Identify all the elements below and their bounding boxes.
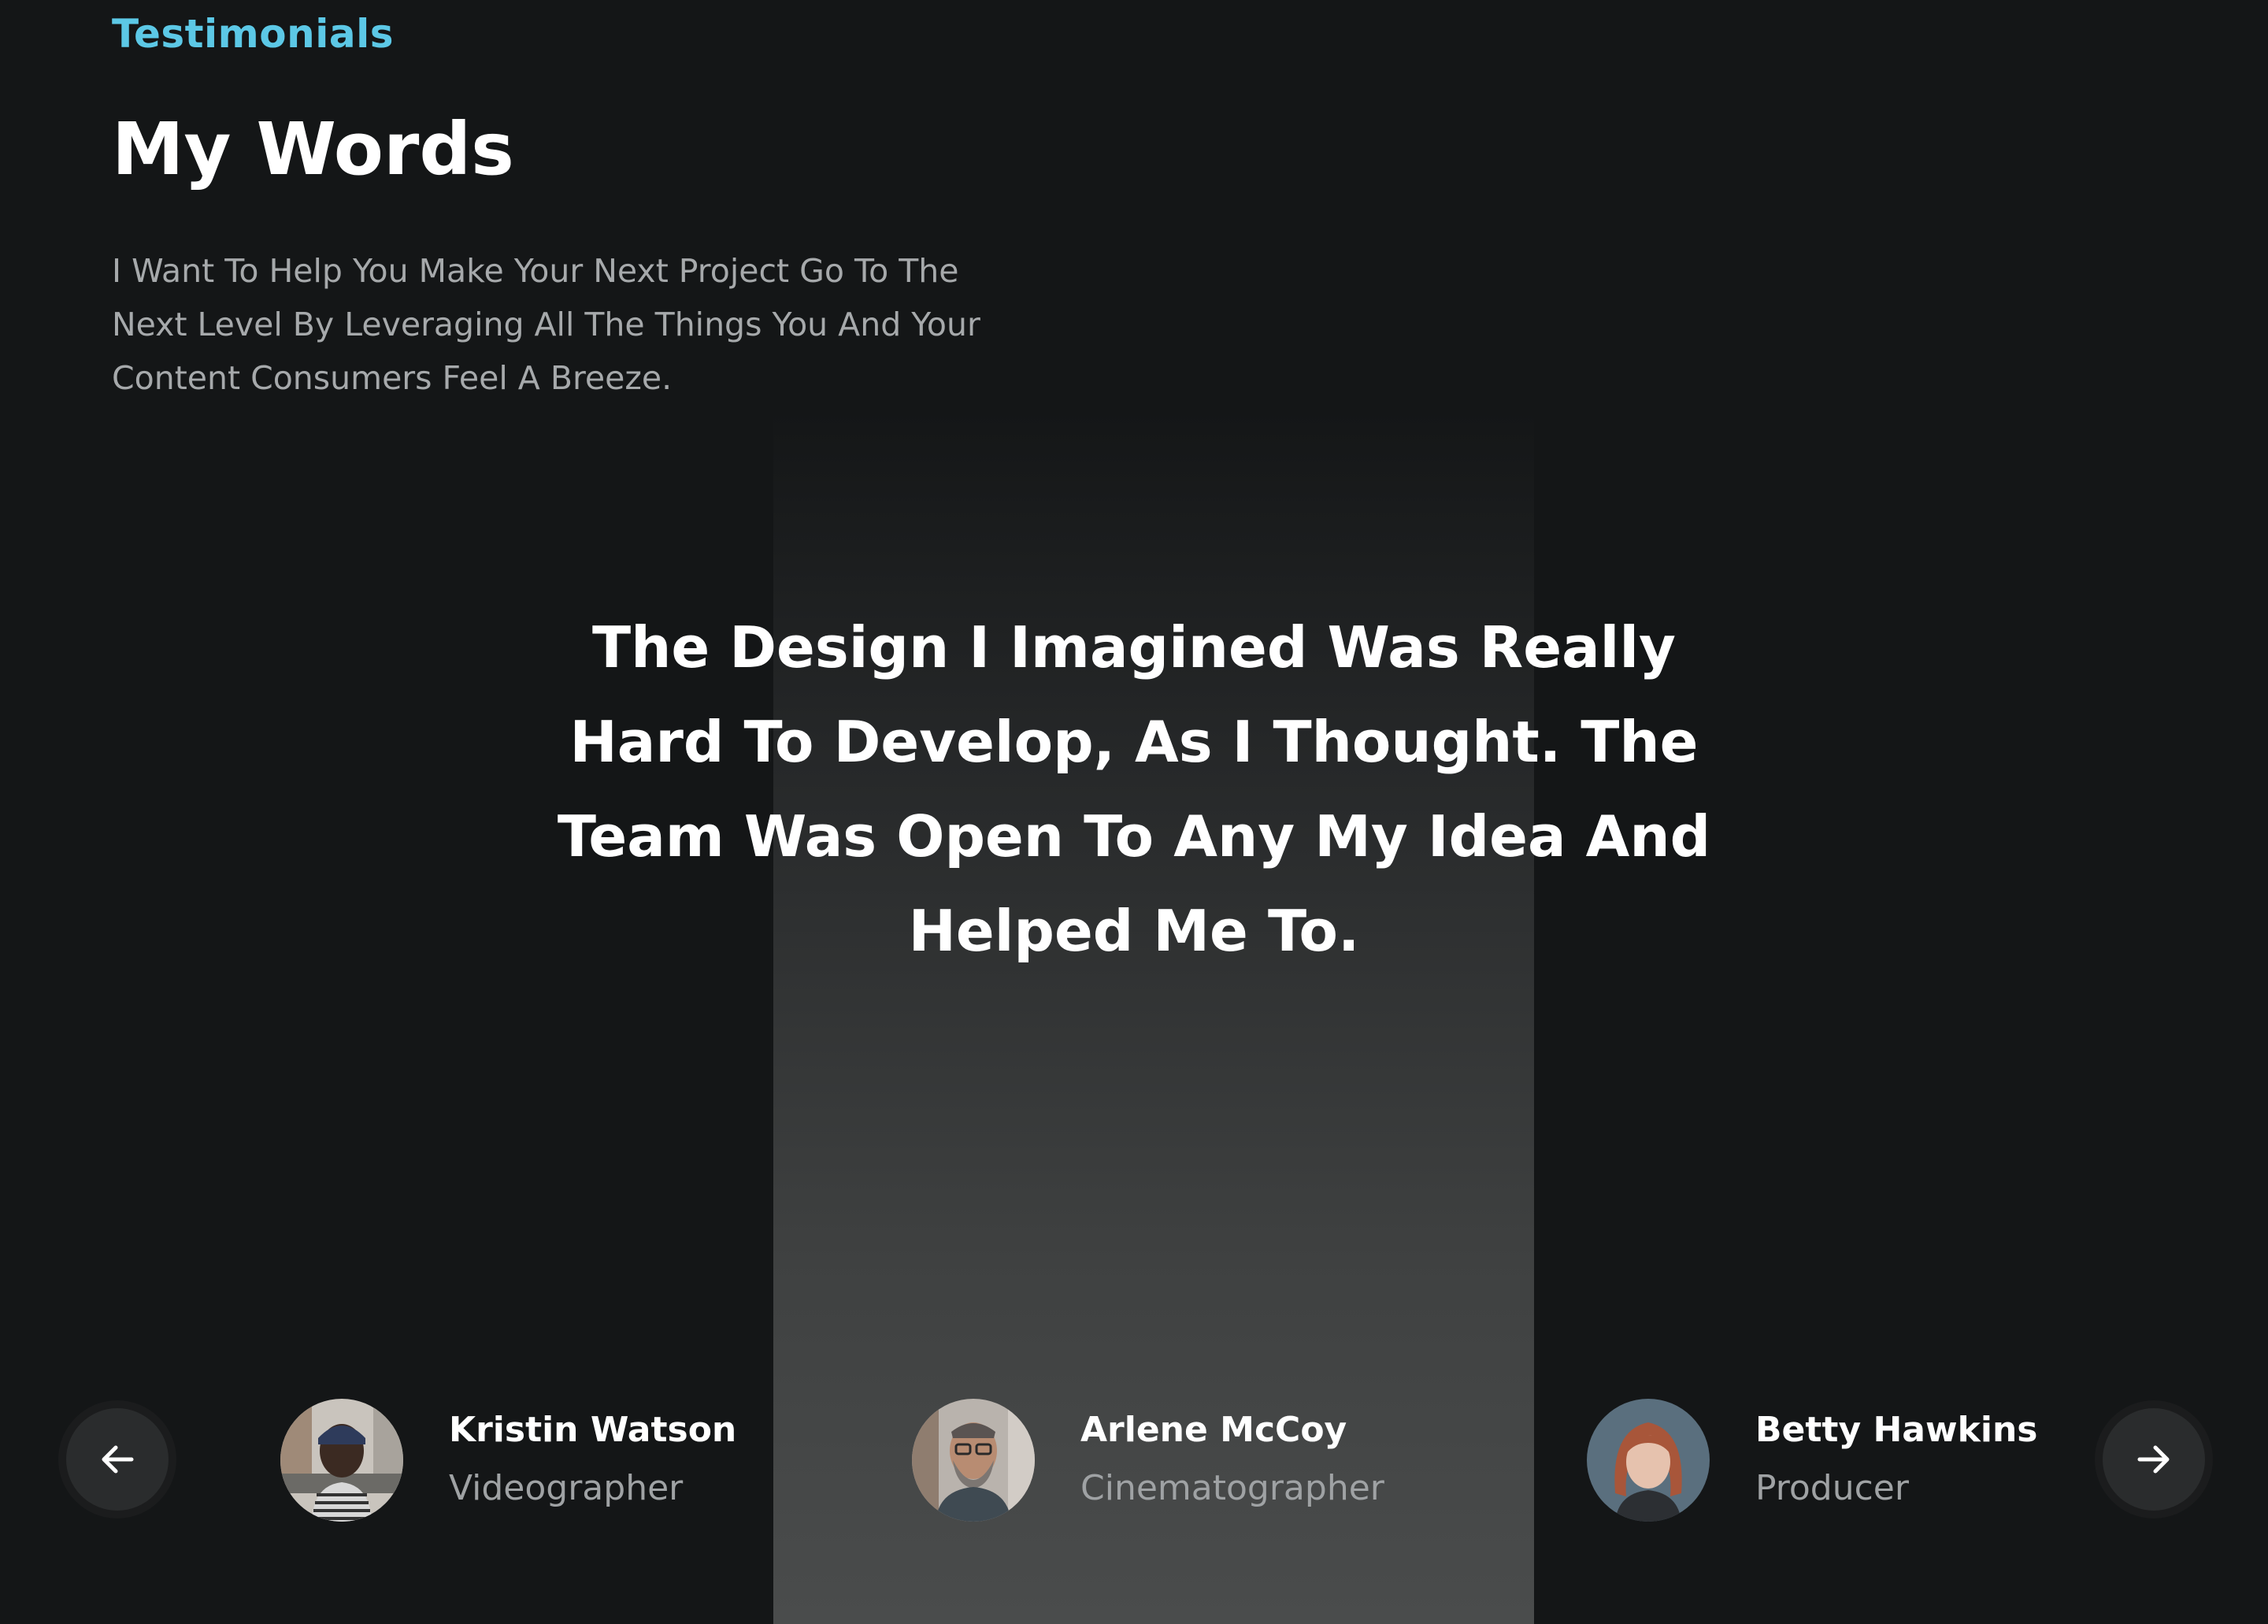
- author-role: Producer: [1755, 1468, 1909, 1508]
- author-name: Betty Hawkins: [1755, 1410, 2038, 1450]
- author-role: Cinematographer: [1080, 1468, 1384, 1508]
- testimonial-author-3[interactable]: Betty Hawkins Producer: [1587, 1399, 2059, 1522]
- testimonial-author-2[interactable]: Arlene McCoy Cinematographer: [912, 1399, 1463, 1522]
- testimonials-section: Testimonials My Words I Want To Help You…: [0, 0, 2268, 1624]
- next-button-inner: [2103, 1408, 2205, 1511]
- arrow-left-icon: [102, 1445, 134, 1474]
- section-title: My Words: [112, 107, 514, 191]
- author-name: Arlene McCoy: [1080, 1410, 1347, 1450]
- avatar-arlene-mccoy: [912, 1399, 1035, 1522]
- avatar-betty-hawkins: [1587, 1399, 1710, 1522]
- next-button[interactable]: [2095, 1400, 2213, 1518]
- section-eyebrow: Testimonials: [112, 11, 395, 57]
- author-name: Kristin Watson: [449, 1410, 737, 1450]
- testimonial-author-1[interactable]: Kristin Watson Videographer: [280, 1399, 832, 1522]
- arrow-right-icon: [2137, 1445, 2170, 1474]
- previous-button[interactable]: [58, 1400, 176, 1518]
- previous-button-inner: [66, 1408, 169, 1511]
- testimonial-quote: The Design I Imagined Was Really Hard To…: [557, 614, 1711, 964]
- section-intro: I Want To Help You Make Your Next Projec…: [112, 252, 980, 397]
- avatar-kristin-watson: [280, 1399, 403, 1522]
- author-role: Videographer: [449, 1468, 684, 1508]
